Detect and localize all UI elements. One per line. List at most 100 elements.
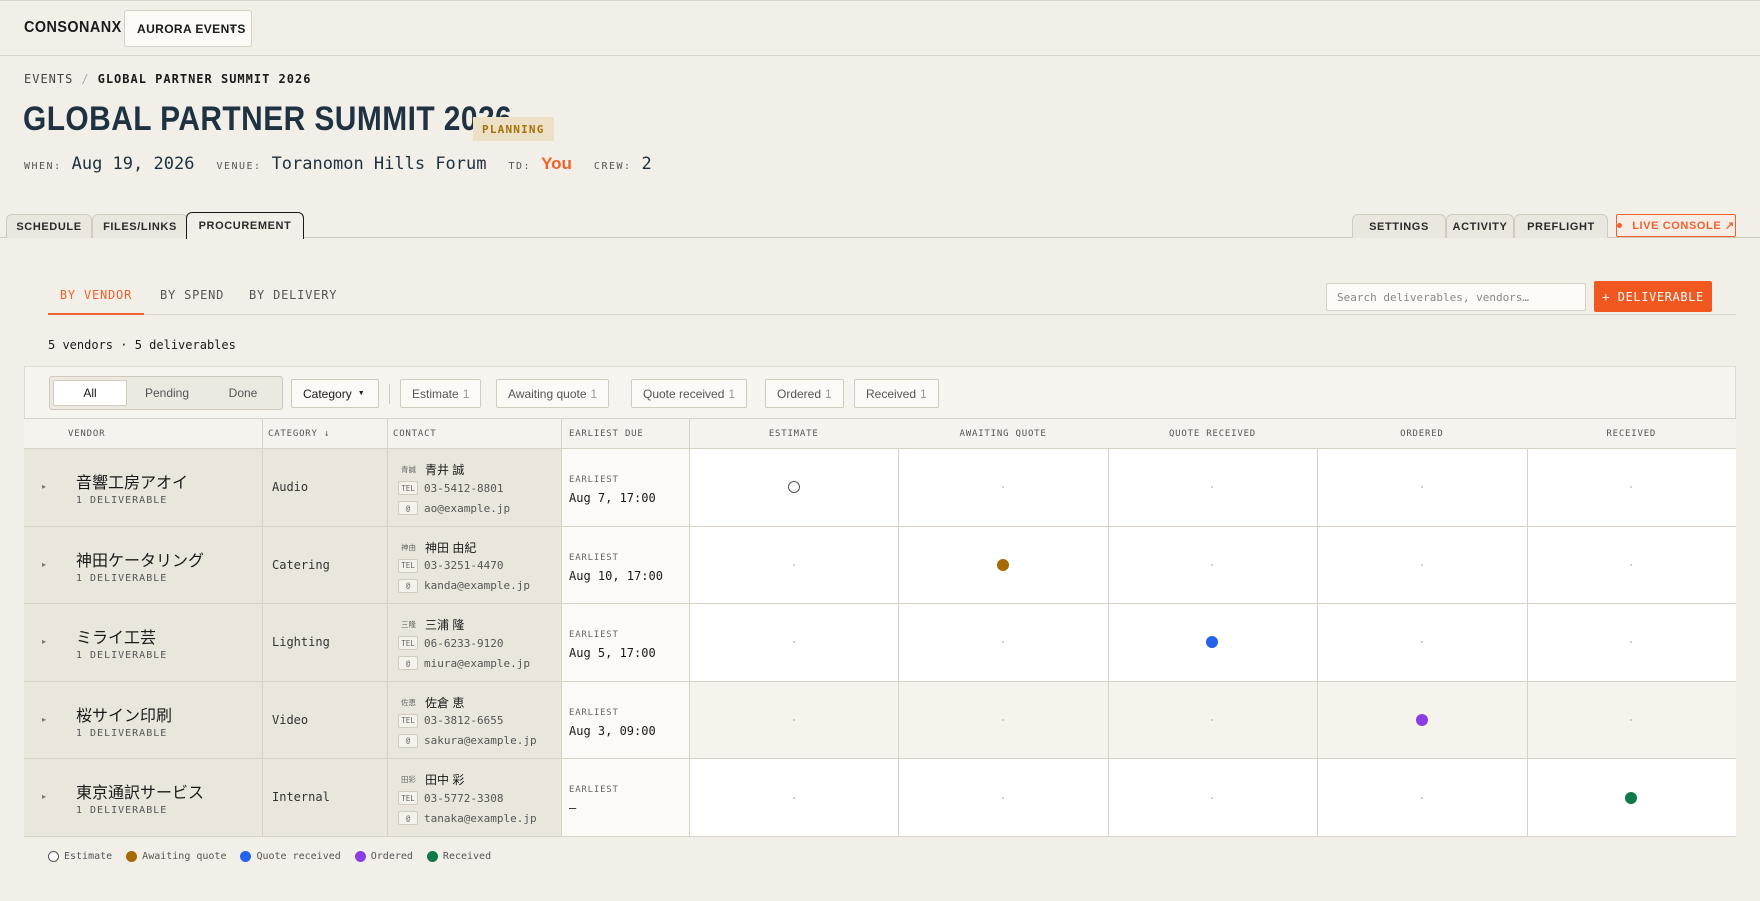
chip-ordered[interactable]: Ordered 1 [765,379,844,408]
contact-phone[interactable]: 03-3251-4470 [424,559,503,572]
empty-stage-dot [1630,563,1633,566]
stage-cell[interactable] [1317,604,1527,681]
stage-cell[interactable] [1526,681,1736,759]
expand-caret-icon[interactable]: ▸ [42,482,46,491]
add-deliverable-button[interactable]: + DELIVERABLE [1594,281,1712,312]
column-earliest-due[interactable]: EARLIEST DUE [569,419,644,449]
subtab-by-spend[interactable]: BY SPEND [160,288,224,315]
column-vendor[interactable]: VENDOR [68,419,105,449]
stage-cell[interactable] [1317,681,1527,759]
vendor-deliverable-count: 1 DELIVERABLE [76,727,168,739]
stage-cell[interactable] [1526,604,1736,681]
legend-item: Received [426,851,491,862]
contact-email-line: @ kanda@example.jp [398,578,530,593]
table-row[interactable]: ▸ 神田ケータリング 1 DELIVERABLE Catering 神由 神田 由紀 TEL… [24,526,1736,605]
subtab-by-delivery[interactable]: BY DELIVERY [249,288,337,315]
contact-phone[interactable]: 03-3812-6655 [424,714,503,727]
stage-cell[interactable] [1107,449,1318,526]
contact-name-line: 田彩 田中 彩 [398,771,464,788]
column-contact[interactable]: CONTACT [393,419,437,449]
chip-label: Received [866,386,917,401]
stage-cell[interactable] [1107,604,1318,681]
stage-cell[interactable] [1107,526,1318,604]
segment-done[interactable]: Done [206,380,280,406]
stage-marker[interactable] [1625,791,1638,804]
contact-phone[interactable]: 03-5772-3308 [424,792,503,805]
chip-received[interactable]: Received 1 [854,379,939,408]
chip-awaiting-quote[interactable]: Awaiting quote 1 [496,379,610,408]
subtab-by-vendor[interactable]: BY VENDOR [48,288,144,315]
contact-email[interactable]: tanaka@example.jp [424,812,537,825]
tab-activity[interactable]: ACTIVITY [1446,214,1514,238]
table-row[interactable]: ▸ ミライ工芸 1 DELIVERABLE Lighting 三隆 三浦 隆 TEL 06-6… [24,604,1736,682]
phone-icon: TEL [398,481,418,495]
event-meta: WHEN: Aug 19, 2026 VENUE: Toranomon Hill… [24,154,674,174]
table-row[interactable]: ▸ 東京通訳サービス 1 DELIVERABLE Internal 田彩 田中 彩 TEL 0… [24,759,1736,837]
contact-phone[interactable]: 03-5412-8801 [424,482,503,495]
workspace-selector[interactable]: AURORA EVENTS ▼ [124,10,252,47]
segment-all[interactable]: All [53,380,127,406]
contact-email[interactable]: miura@example.jp [424,657,530,670]
brand-logo[interactable]: CONSONANX [24,19,122,37]
contact-email[interactable]: sakura@example.jp [424,734,537,747]
vendor-name[interactable]: 桜サイン印刷 [76,702,172,726]
tab-settings[interactable]: SETTINGS [1352,214,1446,238]
stage-marker[interactable] [1415,714,1428,727]
table-row[interactable]: ▸ 桜サイン印刷 1 DELIVERABLE Video 佐恵 佐倉 恵 TEL 03-381… [24,681,1736,760]
stage-marker[interactable] [1206,636,1219,649]
stage-marker[interactable] [787,481,800,494]
tab-procurement[interactable]: PROCUREMENT [186,212,304,239]
column-category[interactable]: CATEGORY ↓ [268,419,330,449]
divider [689,759,690,836]
segment-pending[interactable]: Pending [130,380,204,406]
stage-cell[interactable] [898,681,1108,759]
stage-cell[interactable] [1107,681,1318,759]
contact-phone[interactable]: 06-6233-9120 [424,637,503,650]
live-console-button[interactable]: LIVE CONSOLE ↗ [1616,214,1736,237]
stage-cell[interactable] [1526,449,1736,526]
stage-cell[interactable] [1107,759,1318,836]
legend-item: Quote received [240,851,341,862]
divider [1107,526,1109,604]
empty-stage-dot [1420,641,1423,644]
tab-schedule[interactable]: SCHEDULE [6,214,92,238]
category-dropdown[interactable]: Category ▼ [291,379,379,408]
tab-files-links[interactable]: FILES/LINKS [92,214,188,238]
empty-stage-dot [1002,796,1005,799]
expand-caret-icon[interactable]: ▸ [42,715,46,724]
empty-stage-dot [1002,641,1005,644]
stage-cell[interactable] [898,526,1108,604]
stage-cell[interactable] [689,449,899,526]
divider [561,526,562,604]
stage-cell[interactable] [689,681,899,759]
stage-cell[interactable] [1526,759,1736,836]
stage-cell[interactable] [1317,526,1527,604]
stage-cell[interactable] [898,759,1108,836]
search-input[interactable] [1326,283,1586,311]
expand-caret-icon[interactable]: ▸ [42,560,46,569]
vendor-name[interactable]: ミライ工芸 [76,624,156,648]
stage-cell[interactable] [1317,759,1527,836]
stage-cell[interactable] [1526,526,1736,604]
table-row[interactable]: ▸ 音響工房アオイ 1 DELIVERABLE Audio 青誠 青井 誠 TEL 03-54… [24,449,1736,527]
stage-marker[interactable] [997,558,1010,571]
stage-cell[interactable] [689,526,899,604]
contact-email[interactable]: kanda@example.jp [424,579,530,592]
vendor-name[interactable]: 神田ケータリング [76,547,204,571]
expand-caret-icon[interactable]: ▸ [42,792,46,801]
vendor-name[interactable]: 音響工房アオイ [76,469,188,493]
stage-cell[interactable] [1317,449,1527,526]
contact-email[interactable]: ao@example.jp [424,502,510,515]
chip-estimate[interactable]: Estimate 1 [400,379,482,408]
stage-cell[interactable] [898,604,1108,681]
stage-cell[interactable] [898,449,1108,526]
vendor-name[interactable]: 東京通訳サービス [76,779,204,803]
venue-value: Toranomon Hills Forum [271,154,487,174]
phone-icon: TEL [398,558,418,573]
tab-preflight[interactable]: PREFLIGHT [1514,214,1608,238]
expand-caret-icon[interactable]: ▸ [42,637,46,646]
chip-quote-received[interactable]: Quote received 1 [631,379,748,408]
breadcrumb-events[interactable]: EVENTS [24,72,73,86]
stage-cell[interactable] [689,604,899,681]
stage-cell[interactable] [689,759,899,836]
